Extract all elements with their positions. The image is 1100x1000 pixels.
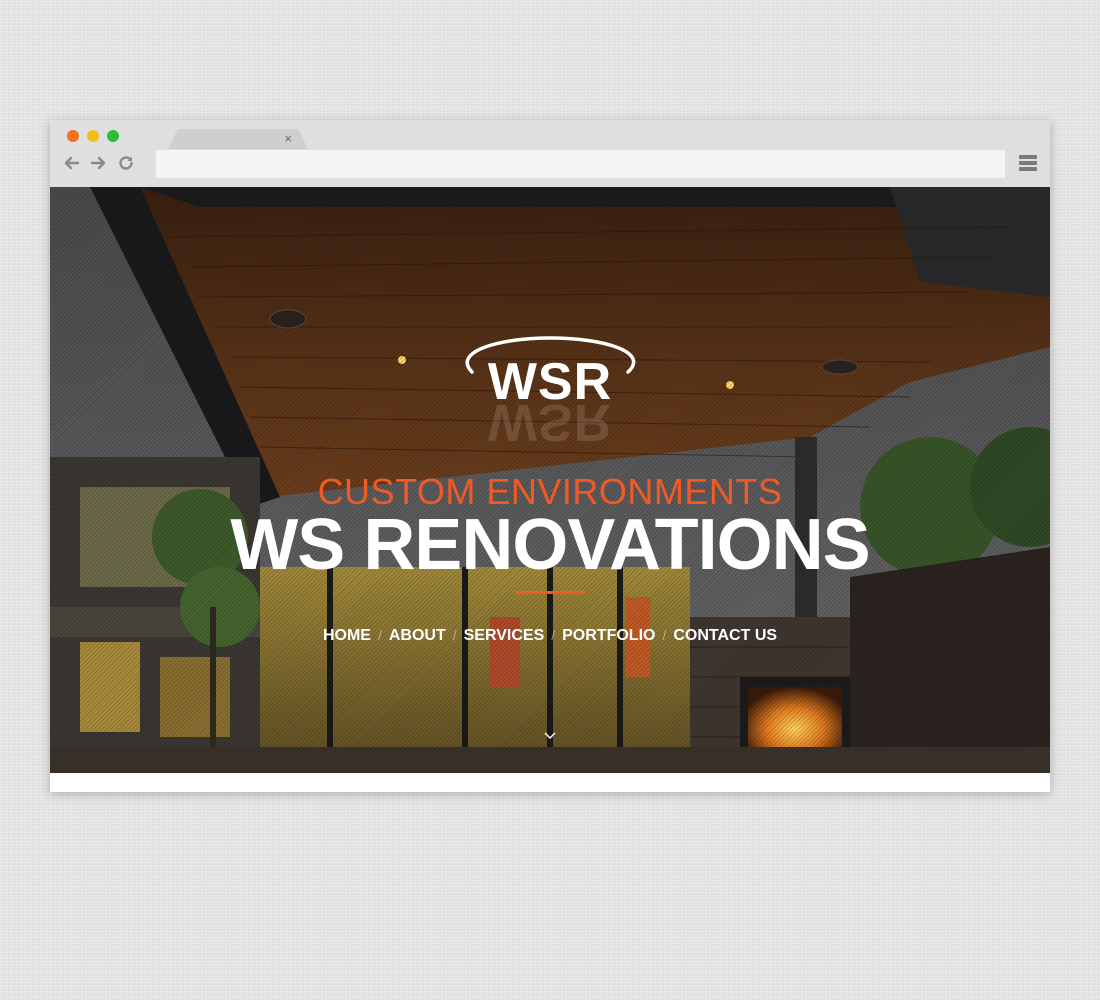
- window-close-button[interactable]: [67, 130, 79, 142]
- browser-window: × WSR WSR CUSTOM ENVIRONMENTS WS RENOVAT…: [50, 120, 1050, 792]
- logo-reflection: WSR: [487, 393, 613, 451]
- address-bar-input[interactable]: [156, 150, 1005, 178]
- browser-chrome: ×: [50, 120, 1050, 187]
- hero-headline: WS RENOVATIONS: [230, 505, 870, 585]
- tab-close-icon[interactable]: ×: [284, 131, 292, 147]
- reload-button[interactable]: [116, 154, 136, 174]
- back-button[interactable]: [62, 154, 82, 174]
- nav-item-contact-us[interactable]: CONTACT US: [673, 627, 777, 644]
- scroll-down-button[interactable]: [544, 729, 556, 741]
- window-minimize-button[interactable]: [87, 130, 99, 142]
- arrow-right-icon: [90, 156, 106, 170]
- nav-separator: /: [452, 627, 457, 643]
- hero-section: WSR WSR CUSTOM ENVIRONMENTS WS RENOVATIO…: [50, 187, 1050, 773]
- nav-separator: /: [662, 627, 667, 643]
- site-logo[interactable]: WSR WSR: [458, 334, 642, 451]
- arrow-left-icon: [64, 156, 80, 170]
- nav-separator: /: [551, 627, 556, 643]
- nav-separator: /: [377, 627, 382, 643]
- reload-icon: [119, 156, 133, 170]
- nav-item-about[interactable]: ABOUT: [389, 627, 446, 644]
- accent-divider: [515, 591, 585, 594]
- window-maximize-button[interactable]: [107, 130, 119, 142]
- browser-tab[interactable]: ×: [168, 129, 308, 149]
- nav-item-portfolio[interactable]: PORTFOLIO: [562, 627, 655, 644]
- hamburger-menu-icon[interactable]: [1019, 155, 1037, 173]
- forward-button[interactable]: [88, 154, 108, 174]
- nav-item-services[interactable]: SERVICES: [464, 627, 545, 644]
- nav-item-home[interactable]: HOME: [323, 627, 371, 644]
- site-navigation: HOME / ABOUT / SERVICES / PORTFOLIO / CONTACT US: [50, 627, 1050, 645]
- chevron-down-icon: [544, 732, 556, 740]
